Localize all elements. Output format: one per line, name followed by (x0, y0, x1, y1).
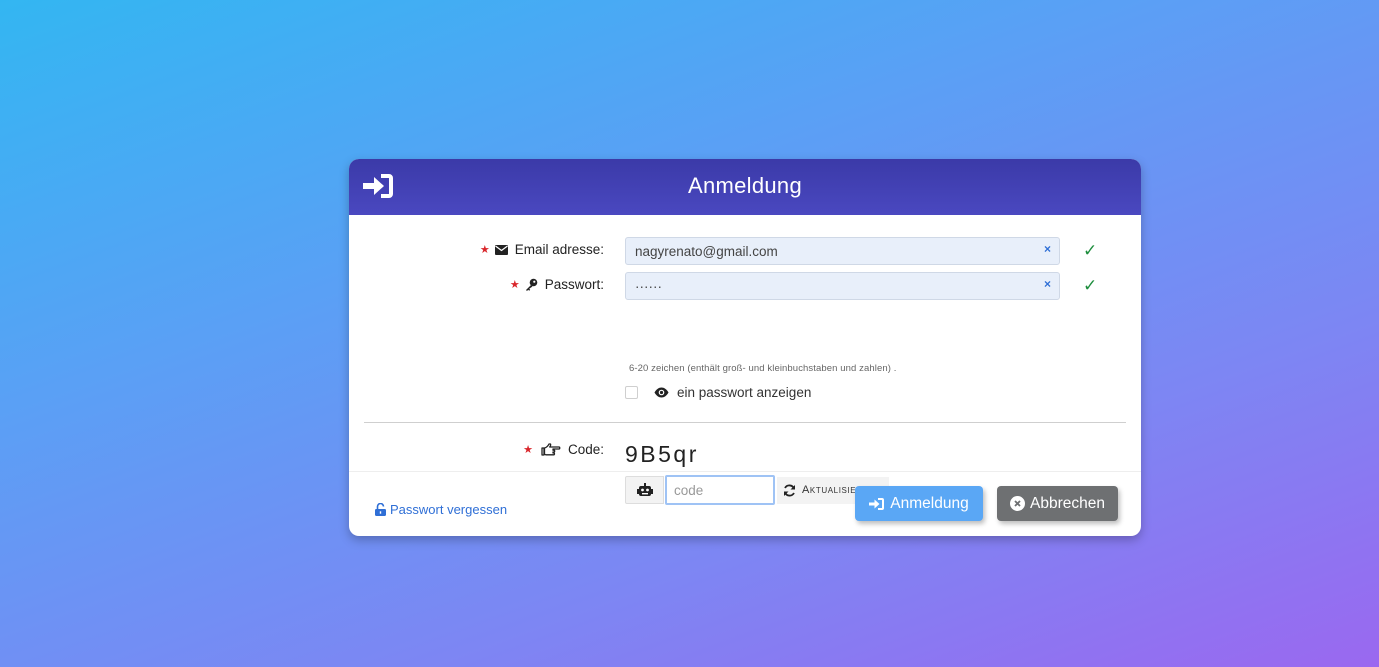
required-star-icon: ★ (509, 279, 520, 291)
show-password-toggle[interactable]: ein passwort anzeigen (625, 385, 811, 400)
required-star-icon: ★ (523, 444, 533, 456)
envelope-icon (494, 244, 508, 255)
email-valid-icon: ✓ (1083, 241, 1098, 260)
dialog-title: Anmeldung (688, 173, 802, 198)
close-circle-icon (1010, 496, 1025, 511)
sign-in-icon (869, 497, 885, 511)
cancel-button[interactable]: Abbrechen (997, 486, 1118, 521)
required-star-icon: ★ (479, 244, 490, 256)
dialog-footer: Passwort vergessen Anmeldung Abbrechen (349, 471, 1141, 536)
unlock-icon (375, 503, 386, 516)
hand-pointing-icon (541, 442, 561, 457)
show-password-checkbox[interactable] (625, 386, 638, 399)
captcha-code: 9B5qr (625, 441, 699, 467)
section-divider (364, 422, 1126, 423)
eye-icon (654, 387, 669, 398)
password-label: ★ Passwort: (509, 277, 604, 292)
forgot-password-link[interactable]: Passwort vergessen (375, 502, 507, 517)
dialog-body: ★ Email adresse: nagyrenato@gmail.com × … (349, 215, 1141, 505)
dialog-header: Anmeldung (349, 159, 1141, 215)
password-clear-icon[interactable]: × (1044, 277, 1051, 292)
email-field[interactable]: nagyrenato@gmail.com × (625, 237, 1060, 265)
key-icon (525, 278, 538, 291)
email-label: ★ Email adresse: (479, 242, 604, 257)
password-valid-icon: ✓ (1083, 276, 1098, 295)
code-label: ★ Code: (523, 442, 604, 457)
password-hint: 6-20 zeichen (enthält groß- und kleinbuc… (629, 363, 897, 374)
login-dialog: Anmeldung ★ Email adresse: nagyrenato@gm… (349, 159, 1141, 536)
password-field[interactable]: ······ × (625, 272, 1060, 300)
email-clear-icon[interactable]: × (1044, 242, 1051, 257)
login-button[interactable]: Anmeldung (855, 486, 983, 521)
show-password-label: ein passwort anzeigen (677, 385, 812, 400)
